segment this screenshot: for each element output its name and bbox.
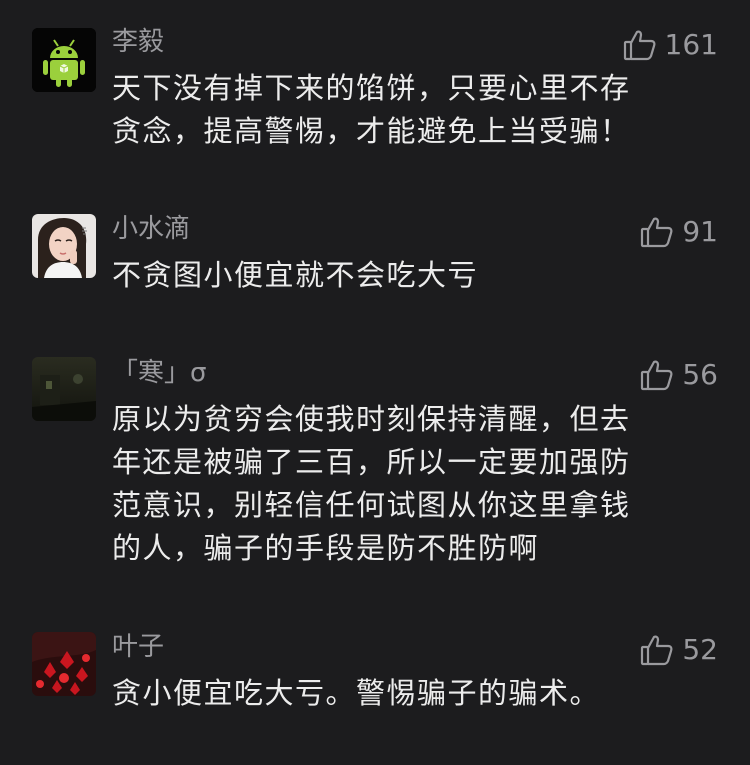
username[interactable]: 李毅 [112,27,164,57]
username[interactable]: 叶子 [112,632,164,662]
like-count: 52 [682,633,718,666]
like-button[interactable]: 91 [640,215,718,249]
comment-line: 的人，骗子的手段是防不胜防啊 [112,531,540,565]
comment-line: 贪念，提高警惕，才能避免上当受骗！ [112,114,631,148]
thumbs-up-icon [640,358,674,392]
like-count: 56 [682,358,718,391]
thumbs-up-icon [640,215,674,249]
user-avatar[interactable] [32,632,96,696]
user-avatar[interactable] [32,357,96,421]
thumbs-up-icon [623,28,657,62]
android-robot-avatar [32,28,96,92]
comment-line: 不贪图小便宜就不会吃大亏 [112,258,479,292]
comment-line: 贪小便宜吃大亏。警惕骗子的骗术。 [112,676,601,710]
user-avatar[interactable] [32,28,96,92]
dark-scenery-avatar [32,357,96,421]
username[interactable]: 小水滴 [112,214,190,244]
thumbs-up-icon [640,633,674,667]
red-leaves-avatar [32,632,96,696]
comment-text: 贪小便宜吃大亏。警惕骗子的骗术。 [112,672,712,715]
comment-text: 原以为贫穷会使我时刻保持清醒，但去 年还是被骗了三百，所以一定要加强防 范意识，… [112,398,712,570]
like-count: 91 [682,215,718,248]
like-button[interactable]: 161 [623,28,718,62]
comment-text: 不贪图小便宜就不会吃大亏 [112,254,712,297]
comment-line: 天下没有掉下来的馅饼，只要心里不存 [112,71,631,105]
like-button[interactable]: 56 [640,358,718,392]
comment-line: 原以为贫穷会使我时刻保持清醒，但去 [112,402,631,436]
comment-line: 年还是被骗了三百，所以一定要加强防 [112,445,631,479]
like-count: 161 [664,28,718,61]
comment-text: 天下没有掉下来的馅饼，只要心里不存 贪念，提高警惕，才能避免上当受骗！ [112,67,712,153]
username[interactable]: 「寒」σ [112,358,206,388]
like-button[interactable]: 52 [640,633,718,667]
comment-line: 范意识，别轻信任何试图从你这里拿钱 [112,488,631,522]
user-avatar[interactable] [32,214,96,278]
girl-photo-avatar [32,214,96,278]
